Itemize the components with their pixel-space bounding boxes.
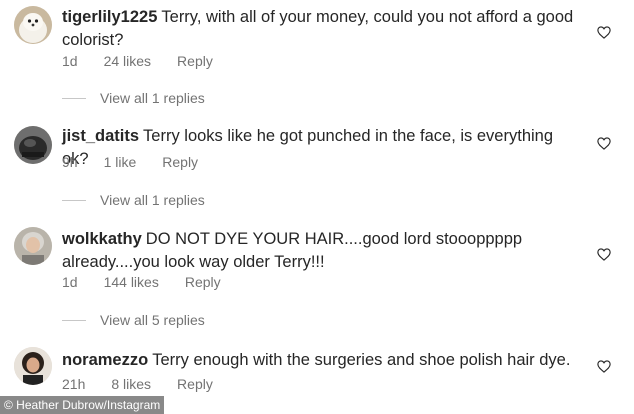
comment-meta: 9h 1 like Reply [62,154,224,170]
comment-username[interactable]: jist_datits [62,127,139,145]
heart-icon[interactable] [597,248,611,261]
comment-likes[interactable]: 1 like [104,154,137,170]
view-replies-button[interactable]: View all 1 replies [62,90,205,106]
comment-meta: 21h 8 likes Reply [62,376,239,392]
view-replies-label[interactable]: View all 1 replies [100,192,205,208]
view-replies-label[interactable]: View all 5 replies [100,312,205,328]
heart-icon[interactable] [597,137,611,150]
replies-divider [62,319,86,321]
replies-divider [62,97,86,99]
comment-text: wolkkathy DO NOT DYE YOUR HAIR....good lo… [62,228,582,274]
view-replies-button[interactable]: View all 5 replies [62,312,205,328]
reply-button[interactable]: Reply [162,154,198,170]
avatar[interactable] [14,347,52,385]
reply-button[interactable]: Reply [185,274,221,290]
comment-username[interactable]: wolkkathy [62,230,142,248]
comment-text: noramezzo Terry enough with the surgeries… [62,349,582,372]
view-replies-button[interactable]: View all 1 replies [62,192,205,208]
comment-meta: 1d 144 likes Reply [62,274,247,290]
reply-button[interactable]: Reply [177,53,213,69]
avatar[interactable] [14,227,52,265]
heart-icon[interactable] [597,26,611,39]
comment-text: tigerlily1225 Terry, with all of your mon… [62,6,582,52]
avatar[interactable] [14,126,52,164]
comment-time: 21h [62,376,86,392]
view-replies-label[interactable]: View all 1 replies [100,90,205,106]
comment-likes[interactable]: 144 likes [104,274,159,290]
comment-likes[interactable]: 8 likes [111,376,151,392]
photo-credit: © Heather Dubrow/Instagram [0,396,165,414]
avatar[interactable] [14,6,52,44]
comment-username[interactable]: noramezzo [62,351,148,369]
reply-button[interactable]: Reply [177,376,213,392]
comment-body: Terry enough with the surgeries and shoe… [152,351,571,369]
comment-time: 1d [62,53,78,69]
heart-icon[interactable] [597,360,611,373]
comment-meta: 1d 24 likes Reply [62,53,239,69]
comment-username[interactable]: tigerlily1225 [62,8,157,26]
replies-divider [62,199,86,201]
comment-time: 9h [62,154,78,170]
comment-likes[interactable]: 24 likes [104,53,151,69]
comment-time: 1d [62,274,78,290]
